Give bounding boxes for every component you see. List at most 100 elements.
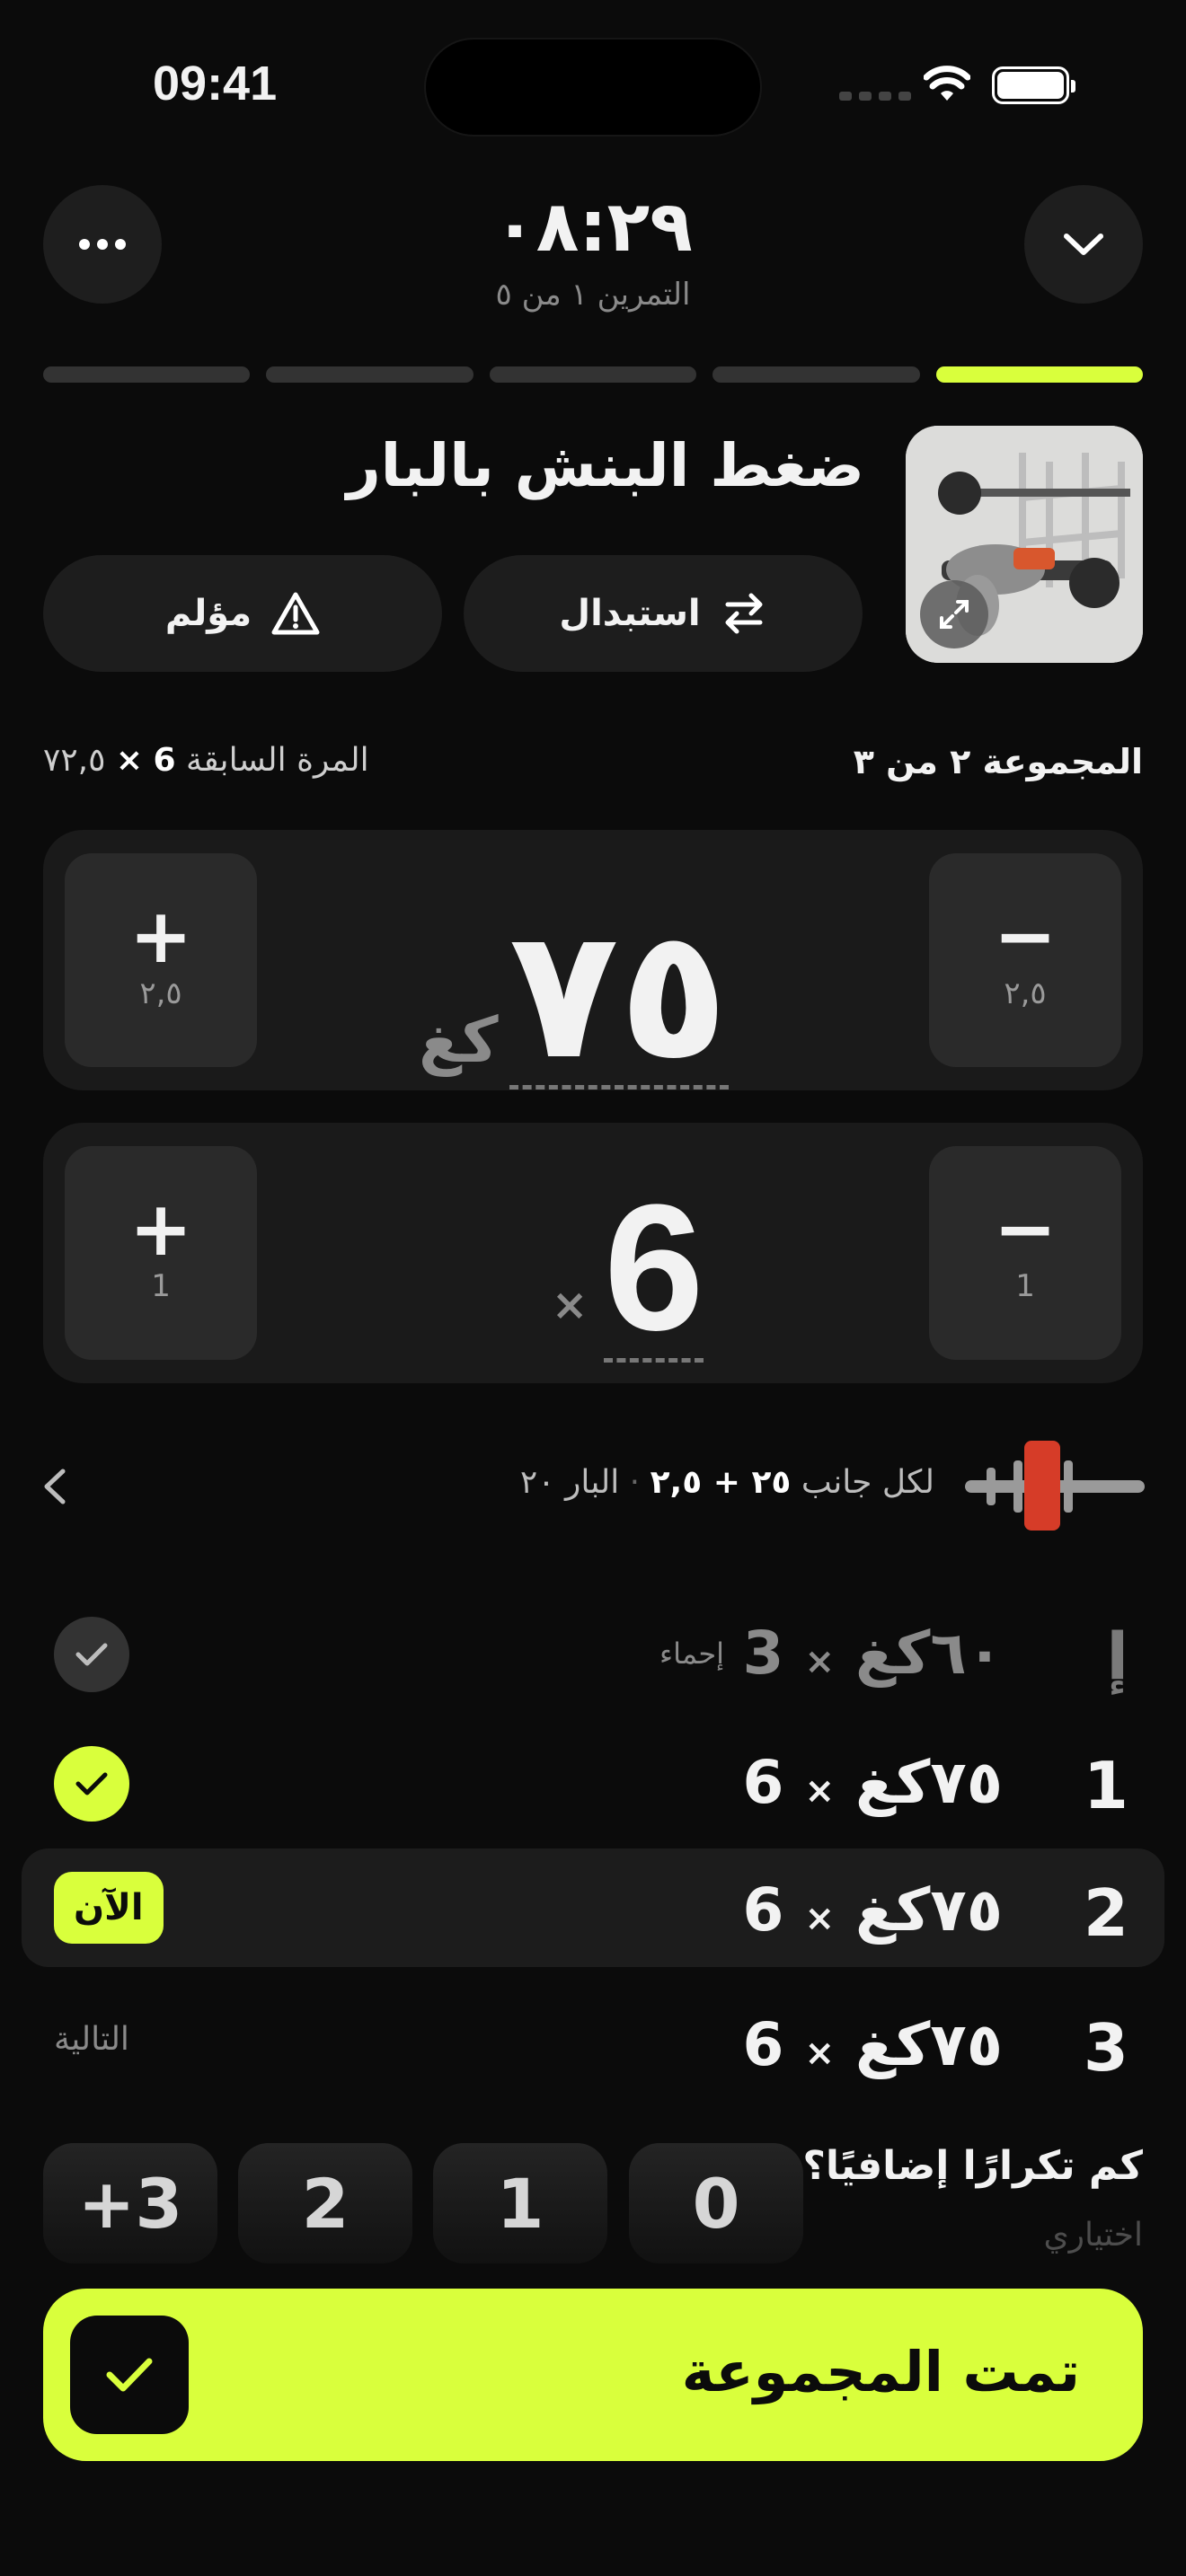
check-icon xyxy=(75,1643,108,1666)
set-row-1[interactable]: 1 ٧٥كغ × 6 xyxy=(22,1723,1164,1841)
bar-weight-label: البار ٢٠ xyxy=(519,1464,620,1501)
workout-timer: ٠٨:٢٩ xyxy=(493,187,693,268)
set-weight: ٧٥كغ xyxy=(854,1875,1003,1945)
set-reps: 6 xyxy=(742,1875,784,1945)
set-row-warmup[interactable]: إ ٦٠كغ × 3 إحماء xyxy=(22,1593,1164,1712)
set-reps: 3 xyxy=(742,1619,784,1688)
progress-segment xyxy=(489,366,697,383)
swap-icon xyxy=(725,593,763,634)
reps-decrement-amount: 1 xyxy=(1015,1268,1035,1304)
weight-decrement-amount: ٢,٥ xyxy=(1004,975,1047,1011)
set-weight-reps: ٧٥كغ × 6 xyxy=(743,2010,1003,2079)
set-counter: المجموعة ٢ من ٣ xyxy=(853,742,1143,781)
plus-icon: + xyxy=(128,1185,193,1273)
exercise-thumbnail[interactable] xyxy=(906,426,1143,663)
plate-breakdown: لكل جانب ٢٥ + ٢,٥ · البار ٢٠ xyxy=(519,1464,934,1501)
swap-button[interactable]: استبدال xyxy=(464,555,863,672)
weight-value[interactable]: ٧٥ xyxy=(509,905,729,1090)
collapse-button[interactable] xyxy=(1024,185,1143,304)
set-row-3[interactable]: 3 ٧٥كغ × 6 التالية xyxy=(22,1985,1164,2104)
previous-performance: المرة السابقة 6 × ٧٢,٥ xyxy=(43,742,369,779)
rir-question: كم تكرارًا إضافيًا؟ xyxy=(802,2143,1143,2189)
check-icon xyxy=(75,1772,108,1795)
exercise-progress-label: التمرين ١ من ٥ xyxy=(495,277,691,313)
progress-segment-active xyxy=(935,366,1144,383)
dynamic-island xyxy=(424,38,762,137)
set-x: × xyxy=(804,2033,835,2074)
reps-value[interactable]: 6 xyxy=(604,1178,704,1363)
previous-reps: 6 xyxy=(153,742,176,779)
set-index: 2 xyxy=(1083,1875,1128,1951)
reps-stepper: − 1 6 × + 1 xyxy=(43,1123,1143,1383)
warning-icon xyxy=(271,592,320,635)
reps-increment-amount: 1 xyxy=(151,1268,171,1304)
progress-segment xyxy=(712,366,920,383)
weight-increment-amount: ٢,٥ xyxy=(139,975,182,1011)
minus-icon: − xyxy=(993,892,1058,980)
complete-check-box xyxy=(70,2316,189,2434)
warmup-tag: إحماء xyxy=(659,1636,724,1671)
previous-weight: ٧٢,٥ xyxy=(43,742,106,779)
set-x: × xyxy=(804,1641,835,1682)
set-weight: ٧٥كغ xyxy=(854,2010,1003,2079)
reps-increment-button[interactable]: + 1 xyxy=(65,1146,257,1360)
check-icon xyxy=(106,2358,153,2392)
complete-set-button[interactable]: تمت المجموعة xyxy=(43,2289,1143,2461)
progress-segment xyxy=(43,366,251,383)
complete-set-label: تمت المجموعة xyxy=(681,2339,1080,2404)
weight-unit: كغ xyxy=(419,1003,499,1077)
previous-label: المرة السابقة xyxy=(186,742,369,779)
set-reps: 6 xyxy=(742,2010,784,2079)
set-index: 1 xyxy=(1083,1748,1128,1823)
rir-option-2[interactable]: 2 xyxy=(238,2143,412,2263)
chevron-down-icon xyxy=(1064,234,1103,255)
pain-label: مؤلم xyxy=(164,593,252,634)
expand-button[interactable] xyxy=(920,580,988,648)
previous-x: × xyxy=(115,742,144,779)
set-index: إ xyxy=(1106,1619,1128,1694)
weight-value-display[interactable]: كغ ٧٥ xyxy=(419,905,729,1090)
plus-icon: + xyxy=(128,892,193,980)
rir-option-0[interactable]: 0 xyxy=(629,2143,803,2263)
per-side-label: لكل جانب xyxy=(801,1464,934,1501)
set-weight-reps: ٧٥كغ × 6 xyxy=(743,1748,1003,1817)
minus-icon: − xyxy=(993,1185,1058,1273)
per-side-value: ٢٥ + ٢,٥ xyxy=(650,1464,792,1501)
reps-multiplier: × xyxy=(552,1280,589,1330)
progress-segment xyxy=(266,366,474,383)
more-button[interactable] xyxy=(43,185,162,304)
set-index: 3 xyxy=(1083,2010,1128,2086)
set-x: × xyxy=(804,1770,835,1812)
set-reps: 6 xyxy=(742,1748,784,1817)
exercise-progress-bar xyxy=(43,366,1144,383)
rir-option-1[interactable]: 1 xyxy=(433,2143,607,2263)
warmup-check-button[interactable] xyxy=(54,1617,129,1692)
weight-stepper: − ٢,٥ كغ ٧٥ + ٢,٥ xyxy=(43,830,1143,1090)
set-x: × xyxy=(804,1898,835,1939)
status-time: 09:41 xyxy=(153,57,278,110)
barbell-plates-icon xyxy=(965,1441,1145,1531)
reps-value-display[interactable]: 6 × xyxy=(552,1178,704,1363)
set-weight-reps: ٦٠كغ × 3 xyxy=(743,1619,1003,1688)
wifi-icon xyxy=(924,66,970,101)
weight-increment-button[interactable]: + ٢,٥ xyxy=(65,853,257,1067)
exercise-title: ضغط البنش بالبار xyxy=(346,431,864,500)
swap-label: استبدال xyxy=(559,593,701,634)
pain-button[interactable]: مؤلم xyxy=(43,555,442,672)
expand-icon xyxy=(940,600,969,629)
set-weight: ٧٥كغ xyxy=(854,1748,1003,1817)
set-weight-reps: ٧٥كغ × 6 xyxy=(743,1875,1003,1945)
weight-decrement-button[interactable]: − ٢,٥ xyxy=(929,853,1121,1067)
set-weight: ٦٠كغ xyxy=(854,1619,1003,1688)
more-icon xyxy=(79,239,126,250)
reps-decrement-button[interactable]: − 1 xyxy=(929,1146,1121,1360)
next-tag: التالية xyxy=(54,2021,129,2058)
battery-icon xyxy=(992,66,1075,104)
chevron-left-icon[interactable] xyxy=(40,1466,70,1507)
set-complete-check[interactable] xyxy=(54,1746,129,1822)
set-row-2-current[interactable]: 2 ٧٥كغ × 6 الآن xyxy=(22,1848,1164,1967)
rir-optional: اختياري xyxy=(1043,2217,1143,2254)
now-badge: الآن xyxy=(54,1872,164,1944)
rir-option-3plus[interactable]: 3+ xyxy=(43,2143,217,2263)
signal-icon xyxy=(839,92,911,101)
